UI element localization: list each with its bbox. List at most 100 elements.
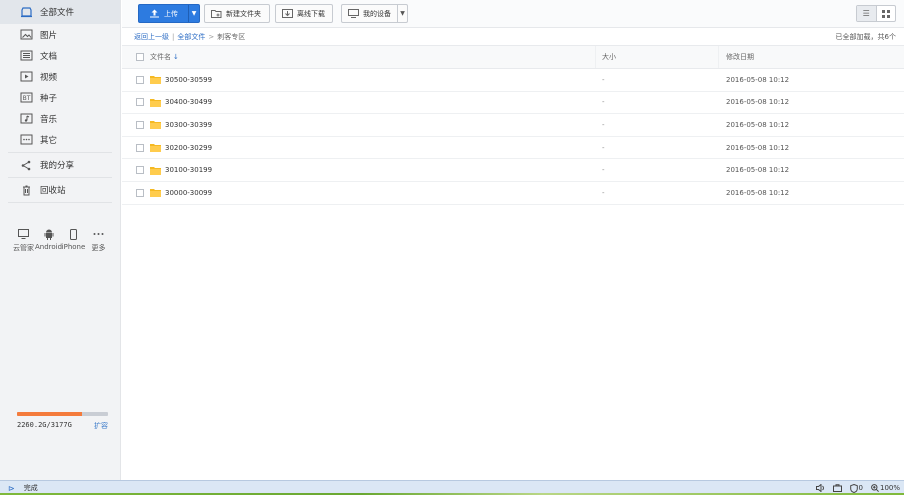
file-name[interactable]: 30100-30199: [165, 166, 212, 174]
quota-fill: [17, 412, 82, 416]
breadcrumb: 返回上一级 | 全部文件 > 刺客专区 已全部加载，共6个: [122, 28, 904, 45]
other-icon: [20, 134, 33, 145]
column-header-size[interactable]: 大小: [602, 52, 616, 62]
device-iphone[interactable]: iPhone: [61, 227, 86, 253]
sidebar-item-all-files[interactable]: 全部文件: [0, 0, 120, 24]
file-name[interactable]: 30000-30099: [165, 189, 212, 197]
file-name[interactable]: 30400-30499: [165, 98, 212, 106]
view-toggle: ☰: [856, 5, 896, 22]
all-files-icon: [20, 6, 33, 18]
table-row[interactable]: 30400-30499 - 2016-05-08 10:12: [122, 92, 904, 115]
file-size: -: [602, 75, 605, 84]
offline-download-icon: [282, 9, 293, 18]
offline-download-label: 离线下载: [297, 9, 325, 18]
back-link[interactable]: 返回上一级: [134, 32, 169, 42]
svg-text:BT: BT: [23, 95, 31, 102]
row-checkbox[interactable]: [136, 166, 144, 175]
sidebar-item-music[interactable]: 音乐: [0, 108, 120, 129]
row-checkbox[interactable]: [136, 120, 144, 129]
file-name[interactable]: 30200-30299: [165, 144, 212, 152]
device-label: 云管家: [13, 244, 34, 252]
file-name[interactable]: 30500-30599: [165, 76, 212, 84]
table-row[interactable]: 30100-30199 - 2016-05-08 10:12: [122, 159, 904, 182]
sidebar-item-other[interactable]: 其它: [0, 129, 120, 150]
breadcrumb-separator: |: [172, 32, 175, 41]
table-row[interactable]: 30200-30299 - 2016-05-08 10:12: [122, 137, 904, 160]
sidebar: 全部文件 图片 文档 视频 BT 种子 音乐 其它 我的分享 回收站 云管家 A…: [0, 0, 121, 480]
load-status: 已全部加载，共6个: [835, 32, 896, 41]
sidebar-item-images[interactable]: 图片: [0, 24, 120, 45]
devices-dropdown-icon[interactable]: ▼: [397, 5, 407, 22]
share-icon: [20, 160, 33, 171]
list-view-icon[interactable]: ☰: [857, 6, 877, 21]
row-checkbox[interactable]: [136, 98, 144, 107]
select-all-checkbox[interactable]: [136, 53, 144, 61]
table-row[interactable]: 30000-30099 - 2016-05-08 10:12: [122, 182, 904, 205]
storage-quota: 2260.2G/3177G 扩容: [17, 412, 108, 431]
sidebar-item-videos[interactable]: 视频: [0, 66, 120, 87]
music-icon: [20, 113, 33, 124]
file-name[interactable]: 30300-30399: [165, 121, 212, 129]
file-table: 文件名 ↓ 大小 修改日期 30500-30599 - 2016-05-08 10:…: [122, 45, 904, 205]
my-devices-label: 我的设备: [363, 9, 391, 18]
my-devices-button[interactable]: 我的设备 ▼: [341, 4, 408, 23]
sidebar-item-label: 图片: [40, 30, 58, 41]
breadcrumb-current: 刺客专区: [217, 32, 246, 41]
zoom-level: 100%: [879, 484, 900, 492]
trash-icon: [20, 185, 33, 196]
video-icon: [20, 71, 33, 82]
sidebar-item-label: 种子: [40, 93, 58, 104]
offline-download-button[interactable]: 离线下载: [275, 4, 333, 23]
file-date: 2016-05-08 10:12: [726, 143, 790, 152]
device-cloud-manager[interactable]: 云管家: [11, 227, 36, 253]
status-text: 完成: [23, 484, 38, 492]
zoom-control[interactable]: 100%: [871, 484, 900, 492]
upload-dropdown-icon[interactable]: ▼: [188, 5, 199, 22]
breadcrumb-separator: >: [208, 32, 215, 41]
briefcase-icon[interactable]: [832, 484, 842, 492]
device-label: iPhone: [61, 243, 86, 251]
folder-icon: [150, 188, 161, 198]
monitor-icon: [18, 227, 29, 241]
sidebar-item-label: 全部文件: [40, 8, 75, 18]
sidebar-item-label: 视频: [40, 72, 58, 83]
file-size: -: [602, 166, 605, 175]
sidebar-item-label: 我的分享: [40, 161, 75, 171]
file-size: -: [602, 120, 605, 129]
upload-icon: [149, 9, 160, 18]
sidebar-item-bt[interactable]: BT 种子: [0, 87, 120, 108]
breadcrumb-all-files[interactable]: 全部文件: [177, 32, 205, 42]
sidebar-item-documents[interactable]: 文档: [0, 45, 120, 66]
table-row[interactable]: 30500-30599 - 2016-05-08 10:12: [122, 69, 904, 92]
file-date: 2016-05-08 10:12: [726, 98, 790, 107]
sort-desc-icon[interactable]: ↓: [173, 53, 179, 61]
row-checkbox[interactable]: [136, 143, 144, 152]
folder-icon: [150, 75, 161, 85]
table-row[interactable]: 30300-30399 - 2016-05-08 10:12: [122, 114, 904, 137]
device-more[interactable]: 更多: [86, 227, 111, 253]
divider: [8, 202, 112, 203]
device-label: Android: [34, 243, 63, 251]
row-checkbox[interactable]: [136, 75, 144, 84]
more-icon: [93, 227, 104, 241]
toolbar: 上传 ▼ 新建文件夹 离线下载 我的设备 ▼ ☰: [122, 0, 904, 28]
sidebar-item-my-share[interactable]: 我的分享: [0, 153, 120, 177]
sidebar-item-label: 文档: [40, 51, 58, 62]
grid-view-icon[interactable]: [877, 6, 896, 21]
shield-indicator[interactable]: 0: [849, 483, 863, 493]
volume-icon[interactable]: [815, 484, 825, 492]
image-icon: [20, 29, 33, 40]
device-android[interactable]: Android: [34, 227, 63, 253]
folder-icon: [150, 166, 161, 175]
column-header-date[interactable]: 修改日期: [726, 52, 754, 62]
row-checkbox[interactable]: [136, 188, 144, 197]
file-size: -: [602, 98, 605, 107]
column-header-name[interactable]: 文件名: [150, 52, 171, 62]
device-list: 云管家 Android iPhone 更多: [0, 227, 120, 253]
new-folder-button[interactable]: 新建文件夹: [204, 4, 270, 23]
folder-icon: [150, 98, 161, 107]
page-status-icon[interactable]: ⊳: [8, 484, 15, 493]
upload-button[interactable]: 上传 ▼: [138, 4, 200, 23]
expand-storage-link[interactable]: 扩容: [94, 421, 108, 431]
sidebar-item-recycle-bin[interactable]: 回收站: [0, 178, 120, 202]
